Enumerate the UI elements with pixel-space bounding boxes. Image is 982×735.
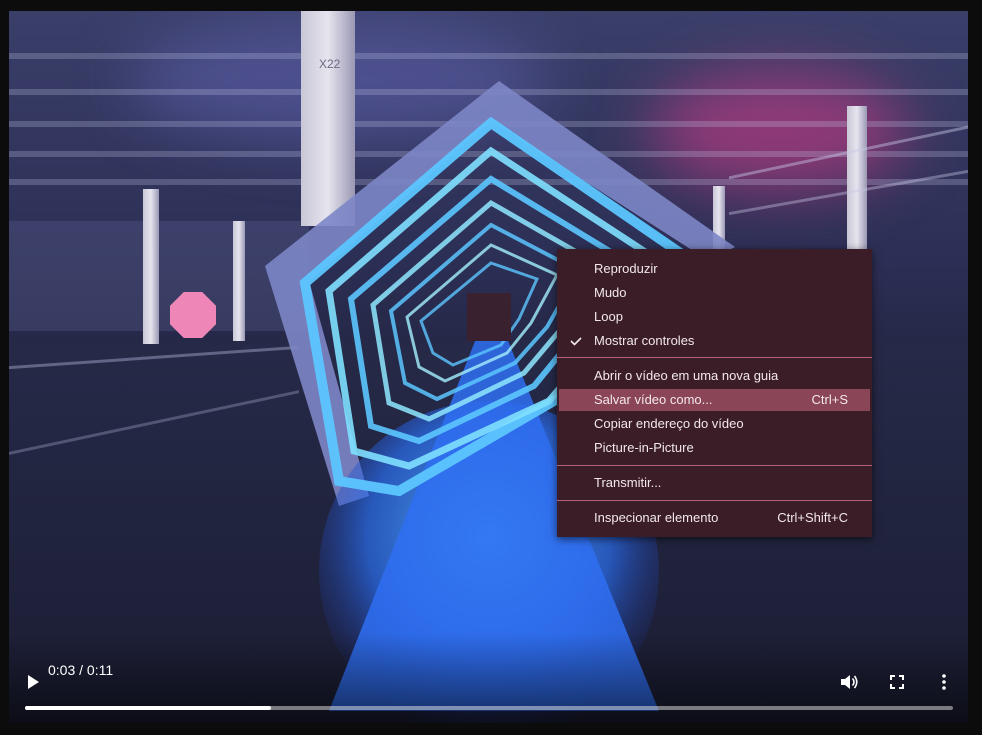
portal-center xyxy=(467,293,511,341)
menu-item-mostrar-controles[interactable]: Mostrar controles xyxy=(557,330,872,352)
menu-separator xyxy=(557,500,872,501)
checkmark-icon xyxy=(570,337,582,346)
menu-item-label: Picture-in-Picture xyxy=(594,440,694,455)
menu-item-label: Reproduzir xyxy=(594,261,658,276)
menu-item-label: Loop xyxy=(594,309,623,324)
menu-item-shortcut: Ctrl+S xyxy=(811,392,848,407)
volume-button[interactable] xyxy=(836,669,862,695)
video-player-window: X22 0:03 / 0:11 Reproduzir Mudo Loop Mos… xyxy=(0,0,982,735)
progress-bar[interactable] xyxy=(25,706,953,710)
menu-item-label: Copiar endereço do vídeo xyxy=(594,416,744,431)
menu-item-mudo[interactable]: Mudo xyxy=(557,282,872,304)
menu-item-transmitir[interactable]: Transmitir... xyxy=(557,472,872,494)
menu-item-label: Mudo xyxy=(594,285,627,300)
menu-item-label: Mostrar controles xyxy=(594,333,695,348)
menu-item-label: Transmitir... xyxy=(594,475,662,490)
menu-item-shortcut: Ctrl+Shift+C xyxy=(777,510,848,525)
play-button[interactable] xyxy=(20,669,46,695)
play-icon xyxy=(28,675,39,689)
menu-item-copiar-endereco[interactable]: Copiar endereço do vídeo xyxy=(557,413,872,435)
time-display: 0:03 / 0:11 xyxy=(48,662,114,678)
volume-icon xyxy=(841,675,858,689)
menu-item-inspecionar[interactable]: Inspecionar elemento Ctrl+Shift+C xyxy=(557,507,872,529)
menu-item-label: Abrir o vídeo em uma nova guia xyxy=(594,368,779,383)
menu-item-picture-in-picture[interactable]: Picture-in-Picture xyxy=(557,437,872,459)
progress-bar-fill xyxy=(25,706,271,710)
menu-separator xyxy=(557,465,872,466)
fullscreen-icon xyxy=(890,675,904,689)
more-options-icon xyxy=(942,674,946,690)
menu-item-label: Inspecionar elemento xyxy=(594,510,719,525)
menu-item-loop[interactable]: Loop xyxy=(557,306,872,328)
fullscreen-button[interactable] xyxy=(884,669,910,695)
menu-item-abrir-nova-guia[interactable]: Abrir o vídeo em uma nova guia xyxy=(557,365,872,387)
context-menu: Reproduzir Mudo Loop Mostrar controles A… xyxy=(557,249,872,537)
menu-item-reproduzir[interactable]: Reproduzir xyxy=(557,258,872,280)
menu-item-salvar-video[interactable]: Salvar vídeo como... Ctrl+S xyxy=(559,389,870,411)
menu-separator xyxy=(557,357,872,358)
more-options-button[interactable] xyxy=(931,669,957,695)
menu-item-label: Salvar vídeo como... xyxy=(594,392,713,407)
